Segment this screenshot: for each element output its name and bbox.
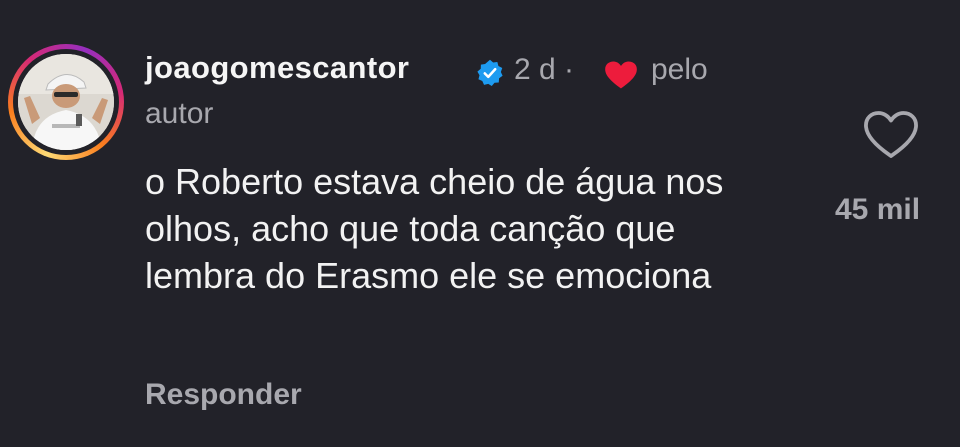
comment-item: joaogomescantor 2 d · pelo autor o Rober…	[0, 0, 960, 447]
avatar-story-ring[interactable]	[8, 44, 124, 160]
comment-text: o Roberto estava cheio de água nos olhos…	[145, 161, 724, 296]
like-count: 45 mil	[835, 193, 921, 226]
liked-by-author-label-cont: autor	[145, 97, 214, 130]
reply-button[interactable]: Responder	[145, 378, 302, 412]
heart-filled-icon	[605, 61, 637, 89]
username-link[interactable]: joaogomescantor	[145, 50, 409, 86]
avatar-photo	[18, 54, 114, 150]
comment-timestamp: 2 d ·	[514, 53, 575, 86]
heart-outline-icon[interactable]	[862, 110, 920, 160]
avatar	[18, 54, 114, 150]
liked-by-author-label: pelo	[651, 53, 708, 86]
verified-badge-icon	[477, 59, 503, 86]
